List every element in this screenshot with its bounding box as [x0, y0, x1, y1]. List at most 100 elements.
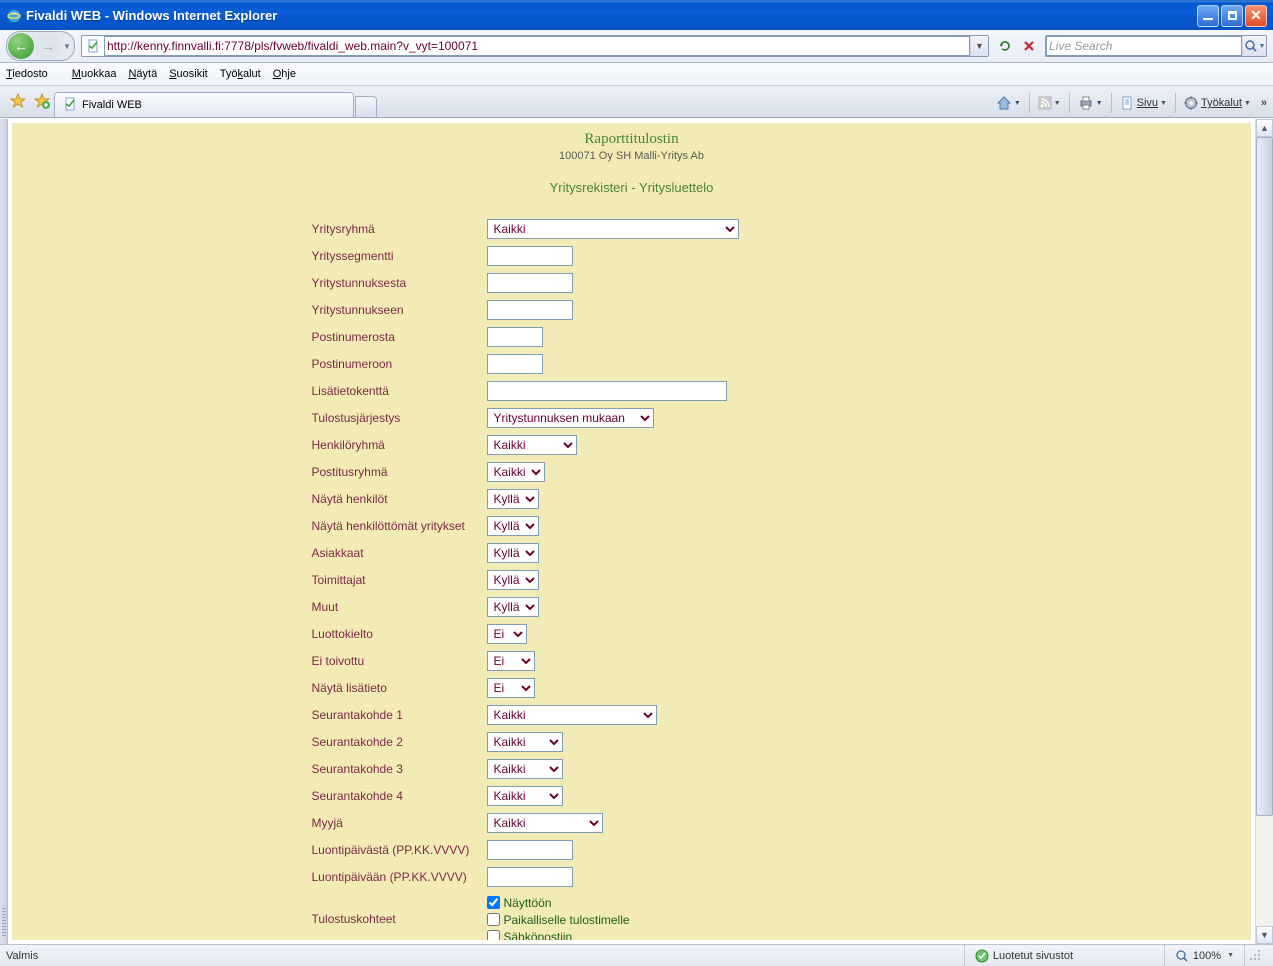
lbl-toimittajat: Toimittajat	[312, 573, 487, 587]
page-section: Yritysrekisteri - Yritysluettelo	[12, 180, 1251, 195]
lbl-luontipaivaan: Luontipäivään (PP.KK.VVVV)	[312, 870, 487, 884]
left-pane-handle[interactable]	[0, 119, 8, 944]
inp-postinumeroon[interactable]	[487, 354, 543, 374]
menu-suosikit[interactable]: Suosikit	[169, 68, 208, 80]
sel-seurantakohde2[interactable]: Kaikki	[487, 732, 563, 752]
page-icon	[86, 39, 100, 53]
window-title: Fivaldi WEB - Windows Internet Explorer	[26, 8, 1197, 23]
sel-henkiloryhma[interactable]: Kaikki	[487, 435, 577, 455]
ie-icon	[6, 8, 22, 24]
page-title: Raporttitulostin	[12, 131, 1251, 148]
security-zone[interactable]: Luotetut sivustot	[964, 945, 1164, 966]
sel-seurantakohde4[interactable]: Kaikki	[487, 786, 563, 806]
status-text: Valmis	[6, 950, 38, 962]
sel-seurantakohde1[interactable]: Kaikki	[487, 705, 657, 725]
sel-nayta-henkilottomat[interactable]: Kyllä	[487, 516, 539, 536]
minimize-button[interactable]	[1197, 5, 1219, 27]
inp-postinumerosta[interactable]	[487, 327, 543, 347]
address-bar[interactable]: ▼	[81, 35, 989, 57]
sel-asiakkaat[interactable]: Kyllä	[487, 543, 539, 563]
scroll-down-button[interactable]: ▼	[1256, 926, 1273, 944]
refresh-button[interactable]	[994, 35, 1016, 57]
lbl-nayta-henkilot: Näytä henkilöt	[312, 492, 487, 506]
lbl-seurantakohde4: Seurantakohde 4	[312, 789, 487, 803]
lbl-postitusryhma: Postitusryhmä	[312, 465, 487, 479]
cmdbar-overflow[interactable]: »	[1261, 97, 1267, 109]
sel-seurantakohde3[interactable]: Kaikki	[487, 759, 563, 779]
lbl-seurantakohde1: Seurantakohde 1	[312, 708, 487, 722]
sel-nayta-lisatieto[interactable]: Ei	[487, 678, 535, 698]
lbl-seurantakohde2: Seurantakohde 2	[312, 735, 487, 749]
lbl-muut: Muut	[312, 600, 487, 614]
tab-active[interactable]: Fivaldi WEB	[54, 92, 354, 117]
menu-nayta[interactable]: Näytä	[128, 68, 157, 80]
lbl-henkiloryhma: Henkilöryhmä	[312, 438, 487, 452]
inp-luontipaivaan[interactable]	[487, 867, 573, 887]
scroll-thumb[interactable]	[1256, 137, 1273, 816]
lbl-asiakkaat: Asiakkaat	[312, 546, 487, 560]
lbl-postinumerosta: Postinumerosta	[312, 330, 487, 344]
window-titlebar: Fivaldi WEB - Windows Internet Explorer …	[0, 0, 1273, 30]
favorites-icon[interactable]	[8, 91, 28, 111]
inp-yrityssegmentti[interactable]	[487, 246, 573, 266]
sel-tulostusjarjestys[interactable]: Yritystunnuksen mukaan	[487, 408, 654, 428]
lbl-yritystunnuksesta: Yritystunnuksesta	[312, 276, 487, 290]
search-box[interactable]: ▼	[1045, 35, 1267, 57]
menu-muokkaa[interactable]: Muokkaa	[72, 68, 117, 80]
tools-menu[interactable]: Työkalut▼	[1184, 96, 1251, 110]
lbl-ei-toivottu: Ei toivottu	[312, 654, 487, 668]
lbl-postinumeroon: Postinumeroon	[312, 357, 487, 371]
sel-muut[interactable]: Kyllä	[487, 597, 539, 617]
inp-yritystunnuksesta[interactable]	[487, 273, 573, 293]
menu-ohje[interactable]: Ohje	[273, 68, 296, 80]
lbl-yrityssegmentti: Yrityssegmentti	[312, 249, 487, 263]
tab-title: Fivaldi WEB	[82, 99, 142, 111]
menu-tiedosto[interactable]: Tiedosto	[6, 68, 60, 80]
lbl-myyja: Myyjä	[312, 816, 487, 830]
report-form: Yritysryhmä Kaikki Yrityssegmentti Yrity…	[312, 215, 952, 940]
menu-tyokalut[interactable]: Työkalut	[220, 68, 261, 80]
chk-paikalliselle[interactable]	[487, 913, 500, 926]
lbl-nayta-lisatieto: Näytä lisätieto	[312, 681, 487, 695]
nav-history-dropdown[interactable]: ▼	[61, 42, 73, 51]
sel-toimittajat[interactable]: Kyllä	[487, 570, 539, 590]
home-button[interactable]: ▼	[996, 95, 1021, 111]
print-button[interactable]: ▼	[1078, 95, 1103, 111]
maximize-button[interactable]	[1221, 5, 1243, 27]
sel-postitusryhma[interactable]: Kaikki	[487, 462, 545, 482]
inp-luontipaivasta[interactable]	[487, 840, 573, 860]
resize-grip[interactable]	[1244, 945, 1267, 966]
new-tab-button[interactable]	[355, 96, 377, 117]
inp-yritystunnukseen[interactable]	[487, 300, 573, 320]
sel-ei-toivottu[interactable]: Ei	[487, 651, 535, 671]
search-button[interactable]: ▼	[1242, 36, 1266, 56]
lbl-tulostuskohteet: Tulostuskohteet	[312, 894, 487, 926]
back-button[interactable]: ←	[8, 33, 34, 59]
url-input[interactable]	[104, 36, 970, 56]
scroll-track[interactable]	[1256, 137, 1273, 926]
sel-nayta-henkilot[interactable]: Kyllä	[487, 489, 539, 509]
page-menu[interactable]: Sivu▼	[1120, 96, 1167, 110]
tab-page-icon	[63, 97, 77, 114]
chk-sahkopostiin[interactable]	[487, 930, 500, 940]
chk-nayttoon[interactable]	[487, 896, 500, 909]
search-input[interactable]	[1046, 36, 1242, 56]
forward-button[interactable]: →	[35, 33, 61, 59]
sel-luottokielto[interactable]: Ei	[487, 624, 527, 644]
zoom-control[interactable]: 100% ▼	[1164, 945, 1244, 966]
sel-yritysryhma[interactable]: Kaikki	[487, 219, 739, 239]
add-favorite-icon[interactable]	[32, 91, 52, 111]
scroll-up-button[interactable]: ▲	[1256, 119, 1273, 137]
feeds-button[interactable]: ▼	[1038, 96, 1061, 110]
vertical-scrollbar[interactable]: ▲ ▼	[1255, 119, 1273, 944]
inp-lisatietokentta[interactable]	[487, 381, 727, 401]
lbl-luottokielto: Luottokielto	[312, 627, 487, 641]
close-button[interactable]: ✕	[1245, 5, 1267, 27]
url-dropdown[interactable]: ▼	[970, 36, 988, 56]
tab-bar: Fivaldi WEB ▼ ▼ ▼ Sivu▼ Työkalut▼ »	[0, 86, 1273, 118]
menu-bar: Tiedosto Muokkaa Näytä Suosikit Työkalut…	[0, 63, 1273, 86]
sel-myyja[interactable]: Kaikki	[487, 813, 603, 833]
lbl-lisatietokentta: Lisätietokenttä	[312, 384, 487, 398]
lbl-luontipaivasta: Luontipäivästä (PP.KK.VVVV)	[312, 843, 487, 857]
stop-button[interactable]	[1018, 35, 1040, 57]
